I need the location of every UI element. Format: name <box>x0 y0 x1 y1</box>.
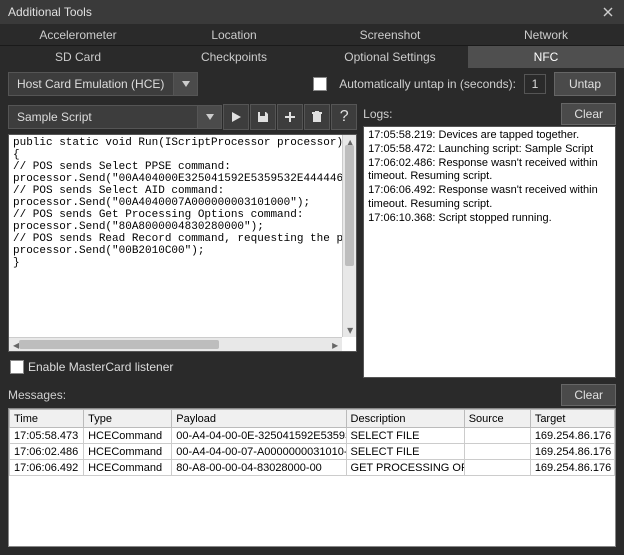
grid-header-row: Time Type Payload Description Source Tar… <box>10 410 615 428</box>
script-panel: Sample Script ? <box>8 104 357 378</box>
col-target[interactable]: Target <box>530 410 614 428</box>
hce-combo-label: Host Card Emulation (HCE) <box>17 77 164 91</box>
col-payload[interactable]: Payload <box>172 410 346 428</box>
tab-screenshot[interactable]: Screenshot <box>312 24 468 46</box>
logs-entry: 17:05:58.472: Launching script: Sample S… <box>368 143 611 157</box>
col-description[interactable]: Description <box>346 410 464 428</box>
tabs-row-2: SD Card Checkpoints Optional Settings NF… <box>0 46 624 68</box>
close-button[interactable] <box>598 2 618 22</box>
logs-entry: 17:06:06.492: Response wasn't received w… <box>368 184 611 212</box>
scroll-down-icon: ▾ <box>343 323 357 337</box>
table-row[interactable]: 17:06:06.492 HCECommand 80-A8-00-00-04-8… <box>10 460 615 476</box>
logs-entry: 17:06:10.368: Script stopped running. <box>368 212 611 226</box>
messages-label: Messages: <box>8 388 66 402</box>
tab-sdcard[interactable]: SD Card <box>0 46 156 68</box>
messages-header: Messages: Clear <box>8 384 616 406</box>
toolbar: Host Card Emulation (HCE) Automatically … <box>0 68 624 100</box>
scroll-thumb[interactable] <box>345 145 354 266</box>
auto-untap-label: Automatically untap in (seconds): <box>339 77 516 91</box>
trash-icon <box>311 111 323 123</box>
auto-untap-checkbox[interactable] <box>313 77 327 91</box>
untap-button[interactable]: Untap <box>554 72 616 96</box>
code-editor[interactable]: public static void Run(IScriptProcessor … <box>8 134 357 352</box>
window: Additional Tools Accelerometer Location … <box>0 0 624 555</box>
save-icon <box>257 111 269 123</box>
logs-clear-button[interactable]: Clear <box>561 103 616 125</box>
close-icon <box>603 7 613 17</box>
window-title: Additional Tools <box>8 5 92 19</box>
tab-optional-settings[interactable]: Optional Settings <box>312 46 468 68</box>
script-combo[interactable]: Sample Script <box>8 105 222 129</box>
mc-listener-checkbox[interactable] <box>10 360 24 374</box>
main-split: Sample Script ? <box>0 100 624 380</box>
mc-listener-row: Enable MasterCard listener <box>8 356 357 378</box>
logs-box[interactable]: 17:05:58.219: Devices are tapped togethe… <box>363 126 616 378</box>
tab-accelerometer[interactable]: Accelerometer <box>0 24 156 46</box>
play-icon <box>230 111 242 123</box>
scrollbar-vertical[interactable]: ▴ ▾ <box>342 135 356 337</box>
messages-panel: Messages: Clear Time Type Payload Descri… <box>0 380 624 555</box>
table-row[interactable]: 17:06:02.486 HCECommand 00-A4-04-00-07-A… <box>10 444 615 460</box>
code-content: public static void Run(IScriptProcessor … <box>9 135 342 337</box>
tab-checkpoints[interactable]: Checkpoints <box>156 46 312 68</box>
scrollbar-horizontal[interactable]: ◂ ▸ <box>9 337 342 351</box>
scroll-right-icon: ▸ <box>328 338 342 352</box>
logs-label: Logs: <box>363 107 392 121</box>
help-button[interactable]: ? <box>331 104 357 130</box>
col-time[interactable]: Time <box>10 410 84 428</box>
tabs-row-1: Accelerometer Location Screenshot Networ… <box>0 24 624 46</box>
tab-network[interactable]: Network <box>468 24 624 46</box>
script-toolbar: Sample Script ? <box>8 104 357 130</box>
script-combo-label: Sample Script <box>17 110 92 124</box>
logs-entry: 17:05:58.219: Devices are tapped togethe… <box>368 129 611 143</box>
help-icon: ? <box>340 108 349 126</box>
messages-grid[interactable]: Time Type Payload Description Source Tar… <box>8 408 616 547</box>
logs-header: Logs: Clear <box>363 104 616 124</box>
logs-entry: 17:06:02.486: Response wasn't received w… <box>368 157 611 185</box>
messages-clear-button[interactable]: Clear <box>561 384 616 406</box>
tab-location[interactable]: Location <box>156 24 312 46</box>
save-button[interactable] <box>250 104 276 130</box>
hce-combo[interactable]: Host Card Emulation (HCE) <box>8 72 198 96</box>
col-type[interactable]: Type <box>84 410 172 428</box>
scroll-thumb[interactable] <box>19 340 219 349</box>
table-row[interactable]: 17:05:58.473 HCECommand 00-A4-04-00-0E-3… <box>10 428 615 444</box>
col-source[interactable]: Source <box>464 410 530 428</box>
titlebar: Additional Tools <box>0 0 624 24</box>
delete-button[interactable] <box>304 104 330 130</box>
tab-nfc[interactable]: NFC <box>468 46 624 68</box>
add-button[interactable] <box>277 104 303 130</box>
auto-untap-value[interactable]: 1 <box>524 74 546 94</box>
chevron-down-icon <box>173 73 197 95</box>
logs-panel: Logs: Clear 17:05:58.219: Devices are ta… <box>363 104 616 378</box>
chevron-down-icon <box>197 106 221 128</box>
play-button[interactable] <box>223 104 249 130</box>
plus-icon <box>284 111 296 123</box>
mc-listener-label: Enable MasterCard listener <box>28 360 173 374</box>
